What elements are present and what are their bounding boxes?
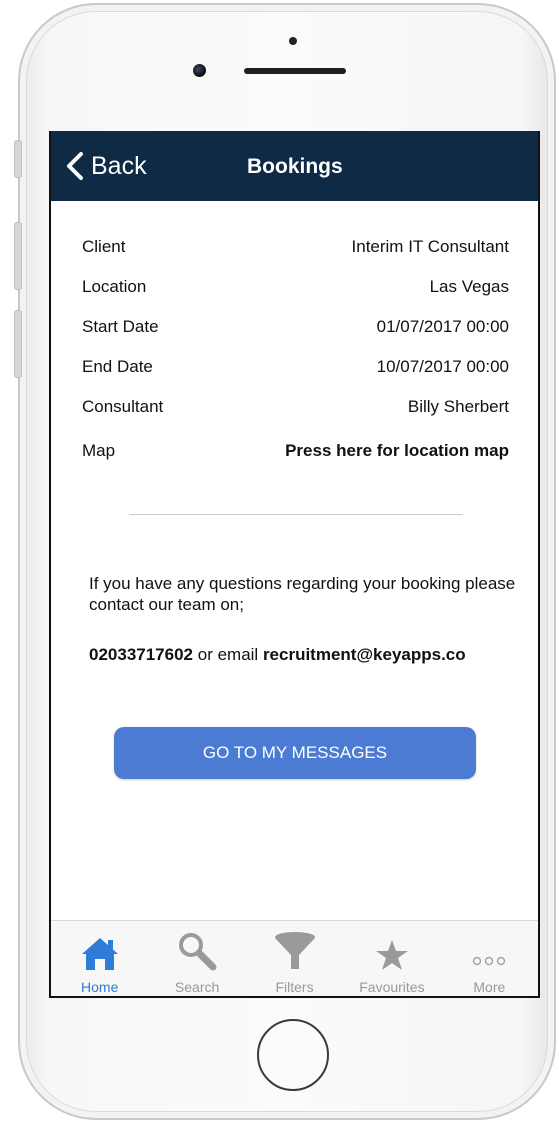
mute-switch — [14, 140, 22, 178]
back-button[interactable]: Back — [65, 150, 147, 182]
filter-funnel-icon — [274, 932, 315, 969]
divider — [129, 514, 463, 515]
search-icon — [179, 933, 217, 971]
detail-row-client: Client Interim IT Consultant — [82, 227, 509, 267]
page-title: Bookings — [247, 155, 343, 178]
contact-email[interactable]: recruitment@keyapps.co — [263, 645, 466, 664]
volume-up-button — [14, 222, 22, 290]
home-button[interactable] — [257, 1019, 329, 1091]
tab-search[interactable]: Search — [148, 921, 245, 996]
chevron-left-icon — [67, 152, 83, 180]
tab-favourites[interactable]: Favourites — [343, 921, 440, 996]
detail-label: Location — [82, 277, 147, 296]
star-icon — [375, 940, 408, 970]
detail-row-end-date: End Date 10/07/2017 00:00 — [82, 347, 509, 387]
booking-details: Client Interim IT Consultant Location La… — [82, 227, 509, 473]
detail-value: Las Vegas — [429, 277, 509, 296]
detail-row-map: Map Press here for location map — [82, 429, 509, 473]
home-icon — [81, 938, 118, 970]
tab-label: Search — [174, 979, 220, 995]
go-to-messages-button[interactable]: GO TO MY MESSAGES — [114, 727, 476, 779]
contact-message: If you have any questions regarding your… — [89, 574, 516, 614]
detail-row-consultant: Consultant Billy Sherbert — [82, 387, 509, 427]
tab-label: More — [473, 979, 506, 995]
tab-label: Favourites — [359, 979, 425, 995]
detail-label: Start Date — [82, 317, 159, 336]
volume-down-button — [14, 310, 22, 378]
earpiece-speaker — [244, 68, 346, 74]
front-camera — [193, 64, 206, 77]
tab-home[interactable]: Home — [51, 921, 148, 996]
tab-label: Home — [81, 979, 119, 995]
detail-value: Interim IT Consultant — [351, 237, 509, 256]
detail-value: 10/07/2017 00:00 — [376, 357, 509, 376]
back-label: Back — [91, 151, 147, 180]
detail-row-location: Location Las Vegas — [82, 267, 509, 307]
tab-filters[interactable]: Filters — [246, 921, 343, 996]
location-map-link[interactable]: Press here for location map — [285, 441, 509, 461]
contact-line: 02033717602 or email recruitment@keyapps… — [89, 645, 466, 665]
tab-label: Filters — [275, 979, 314, 995]
contact-phone[interactable]: 02033717602 — [89, 645, 193, 664]
detail-label: End Date — [82, 357, 153, 376]
detail-value: Billy Sherbert — [407, 397, 509, 416]
proximity-sensor — [289, 37, 297, 45]
tab-bar: Home Search Filters Favourites More — [51, 920, 538, 996]
app-screen: Back Bookings Client Interim IT Consulta… — [49, 131, 540, 998]
navigation-bar: Back Bookings — [51, 131, 538, 201]
detail-label: Client — [82, 237, 126, 256]
contact-or-email: or email — [193, 645, 263, 664]
more-dots-icon — [473, 956, 506, 966]
tab-more[interactable]: More — [441, 921, 538, 996]
detail-row-start-date: Start Date 01/07/2017 00:00 — [82, 307, 509, 347]
detail-label: Consultant — [82, 397, 164, 416]
detail-value: 01/07/2017 00:00 — [376, 317, 509, 336]
detail-label: Map — [82, 441, 116, 460]
